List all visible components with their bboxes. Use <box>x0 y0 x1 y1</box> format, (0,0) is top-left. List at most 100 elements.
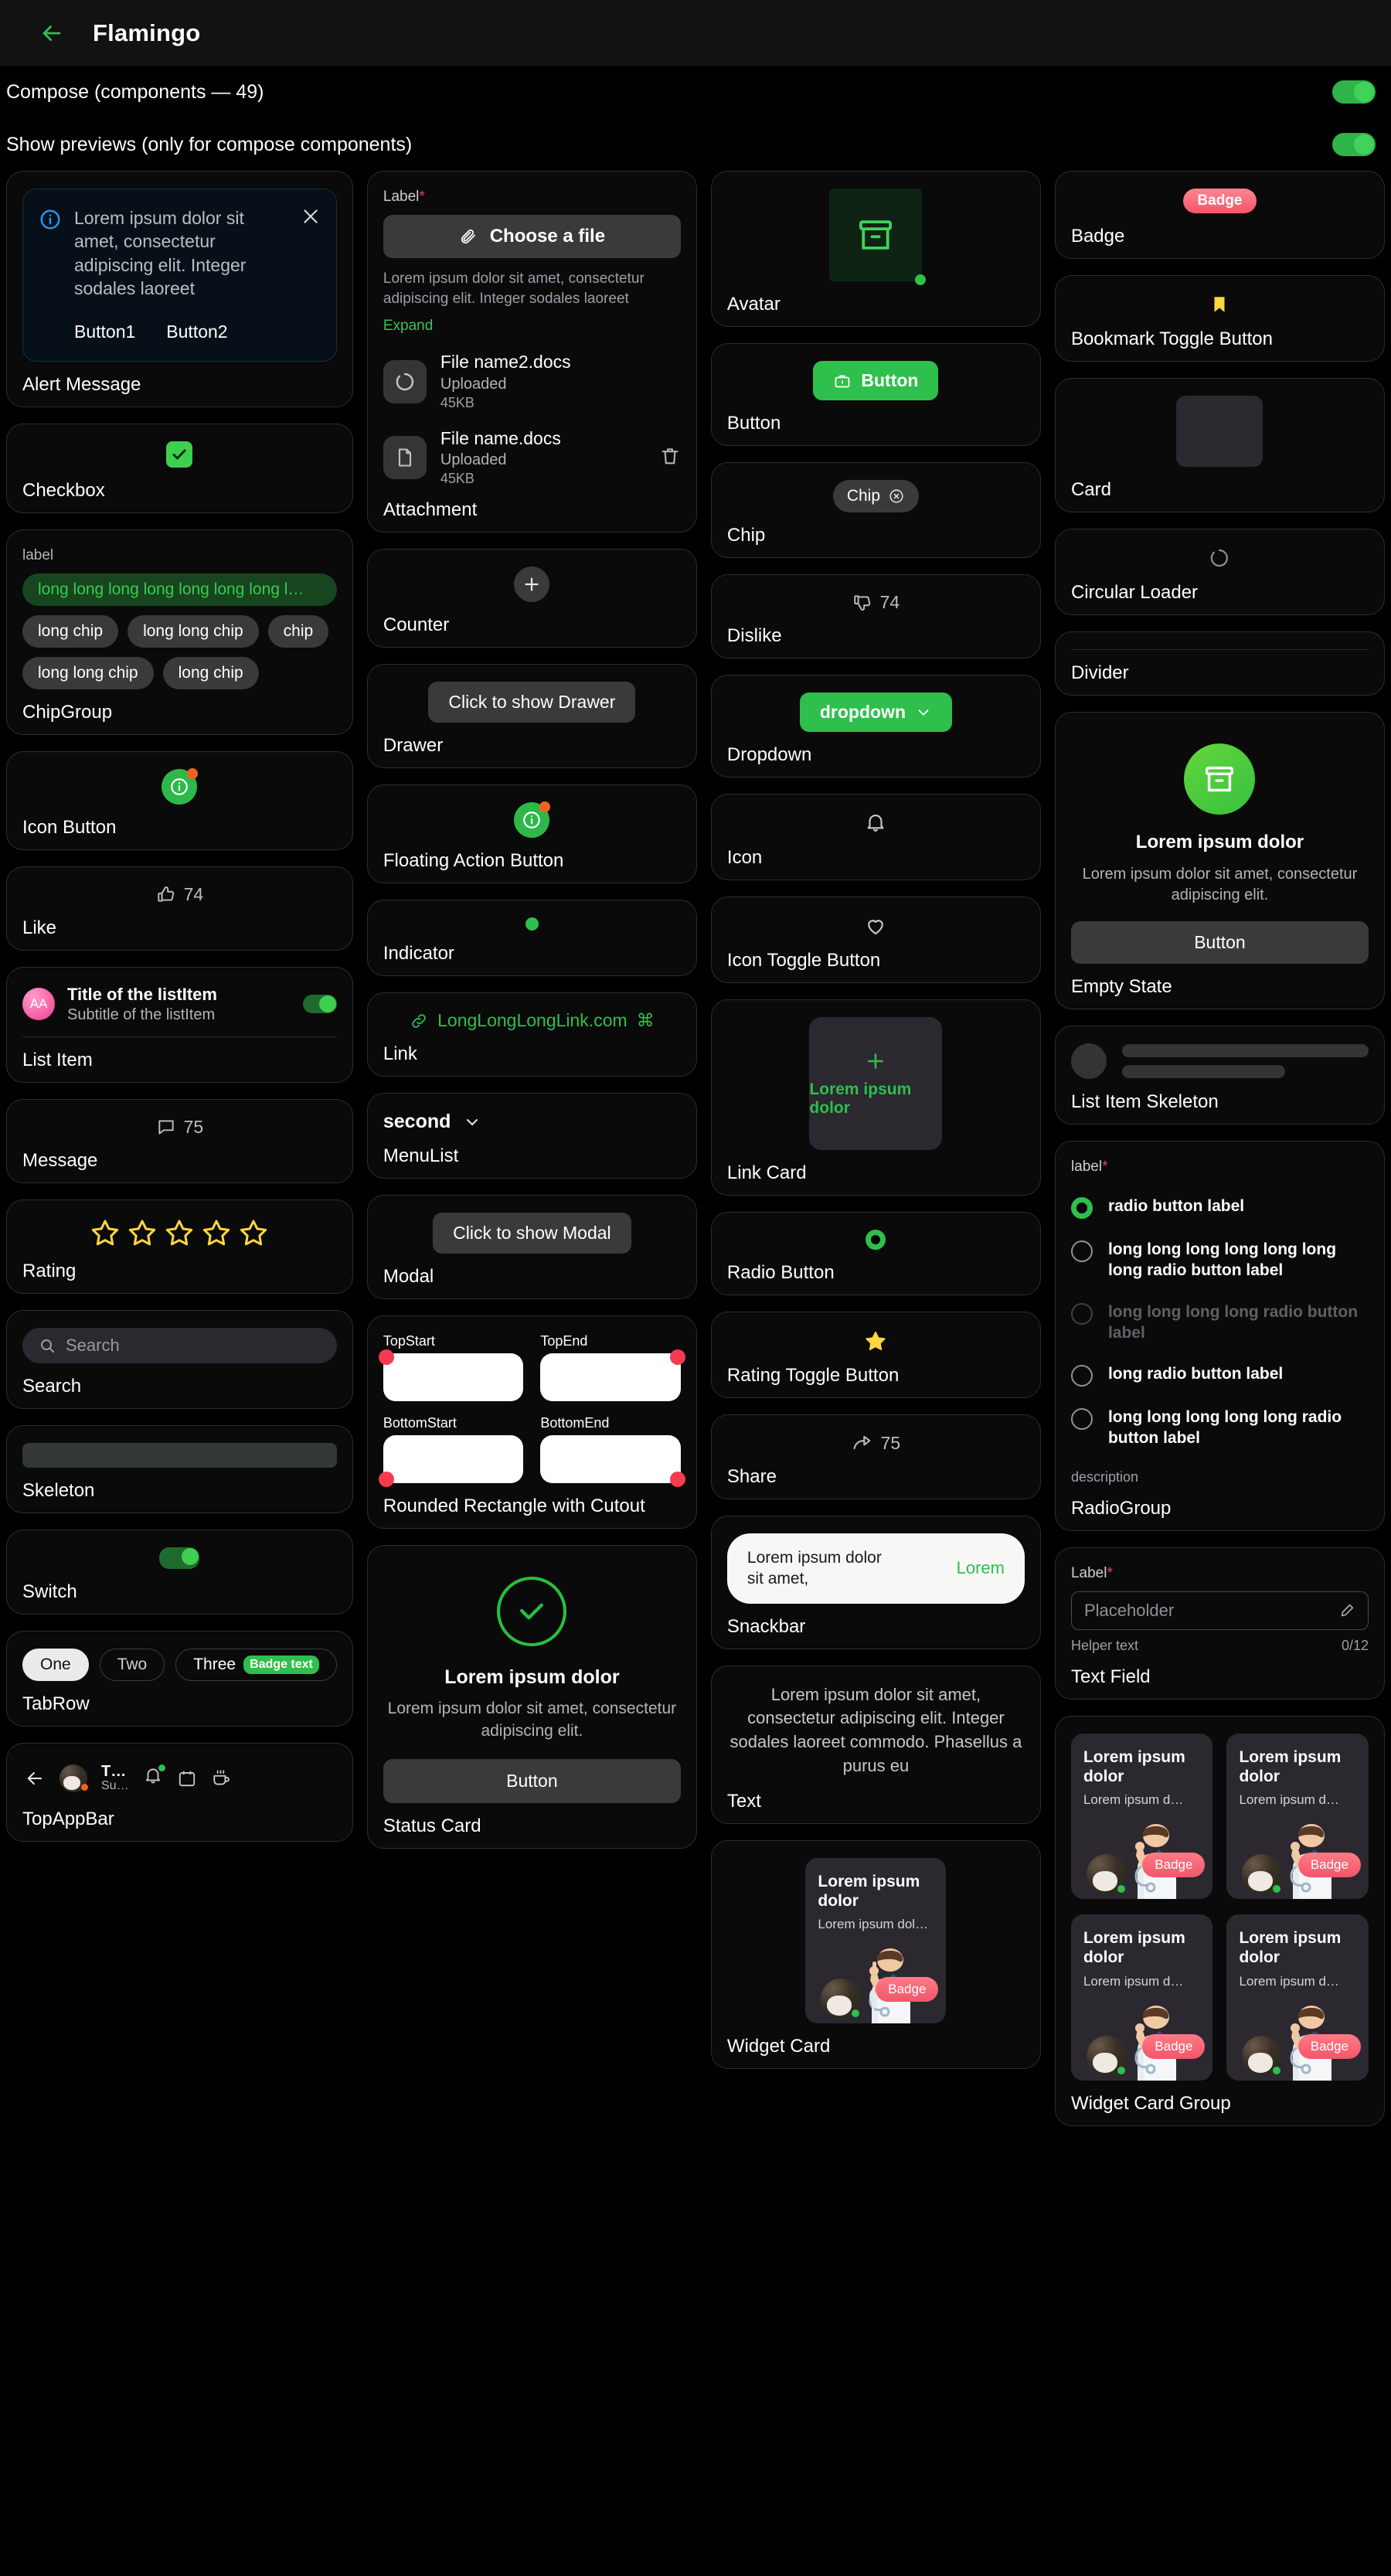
component-card-list-item-skeleton[interactable]: List Item Skeleton <box>1054 1026 1385 1125</box>
menulist-selected[interactable]: second <box>383 1111 482 1133</box>
star-icon[interactable] <box>864 1329 887 1353</box>
floating-action-button[interactable] <box>514 801 551 839</box>
component-card-icon-toggle[interactable]: Icon Toggle Button <box>710 897 1041 983</box>
chip[interactable]: long long chip <box>128 614 259 648</box>
status-card-button[interactable]: Button <box>383 1759 681 1804</box>
radio-button[interactable] <box>1070 1365 1093 1387</box>
calendar-icon[interactable] <box>177 1768 197 1788</box>
component-card-rating-toggle[interactable]: Rating Toggle Button <box>710 1312 1041 1398</box>
chip[interactable]: long chip <box>22 614 119 648</box>
component-card-icon-button[interactable]: Icon Button <box>6 750 353 850</box>
arrow-left-icon[interactable] <box>39 20 65 46</box>
component-card-bookmark[interactable]: Bookmark Toggle Button <box>1054 275 1385 362</box>
counter-plus-button[interactable] <box>514 567 550 603</box>
show-drawer-button[interactable]: Click to show Drawer <box>428 682 636 723</box>
compose-toggle-row[interactable]: Compose (components — 49) <box>0 66 1391 118</box>
component-card-empty-state[interactable]: Lorem ipsum dolor Lorem ipsum dolor sit … <box>1054 712 1385 1009</box>
chip[interactable]: long chip <box>162 656 259 689</box>
component-card-like[interactable]: 74 Like <box>6 866 353 951</box>
widget-card[interactable]: Lorem ipsum dolor Lorem ipsum d… Badge <box>1070 1733 1213 1900</box>
component-card-chip[interactable]: Chip Chip <box>710 462 1041 558</box>
component-card-chipgroup[interactable]: label long long long long long long long… <box>6 529 353 735</box>
radio-option[interactable]: long radio button label <box>1070 1363 1369 1387</box>
bell-icon[interactable] <box>143 1764 165 1790</box>
component-card-button[interactable]: Button Button <box>710 343 1041 446</box>
widget-card[interactable]: Lorem ipsum dolor Lorem ipsum d… Badge <box>1070 1914 1213 2081</box>
share-button[interactable]: 75 <box>852 1432 900 1454</box>
chip-selected[interactable]: long long long long long long long l… <box>22 573 337 606</box>
component-card-avatar[interactable]: Avatar <box>710 171 1041 327</box>
link-card[interactable]: Lorem ipsum dolor <box>809 1017 943 1150</box>
component-card-modal[interactable]: Click to show Modal Modal <box>366 1195 697 1300</box>
component-card-link-card[interactable]: Lorem ipsum dolor Link Card <box>710 999 1041 1196</box>
previews-toggle-row[interactable]: Show previews (only for compose componen… <box>0 118 1391 171</box>
trash-icon[interactable] <box>659 445 681 471</box>
empty-state-button[interactable]: Button <box>1070 921 1369 964</box>
attachment-file-row[interactable]: File name2.docs Uploaded 45KB <box>383 352 681 411</box>
radio-button[interactable] <box>1070 1240 1093 1262</box>
widget-card[interactable]: Lorem ipsum dolor Lorem ipsum d… Badge <box>1226 1733 1369 1900</box>
show-modal-button[interactable]: Click to show Modal <box>433 1213 631 1254</box>
text-field-input[interactable]: Placeholder <box>1070 1591 1369 1630</box>
component-card-card[interactable]: Card <box>1054 378 1385 512</box>
expand-link[interactable]: Expand <box>383 318 433 335</box>
chip[interactable]: long long chip <box>22 656 154 689</box>
component-card-badge[interactable]: Badge Badge <box>1054 171 1385 259</box>
dropdown-button[interactable]: dropdown <box>799 692 952 732</box>
rating-stars[interactable] <box>90 1217 269 1248</box>
arrow-left-icon[interactable] <box>24 1768 46 1789</box>
bookmark-icon[interactable] <box>1209 293 1229 316</box>
component-card-circular-loader[interactable]: Circular Loader <box>1054 529 1385 615</box>
snackbar-action[interactable]: Lorem <box>957 1558 1005 1578</box>
pen-icon[interactable] <box>1338 1602 1355 1619</box>
component-card-snackbar[interactable]: Lorem ipsum dolor sit amet, Lorem Snackb… <box>710 1516 1041 1649</box>
component-card-alert-message[interactable]: Lorem ipsum dolor sit amet, consectetur … <box>6 171 353 407</box>
switch[interactable] <box>159 1547 200 1569</box>
component-card-drawer[interactable]: Click to show Drawer Drawer <box>366 664 697 769</box>
widget-card[interactable]: Lorem ipsum dolor Lorem ipsum d… Badge <box>1226 1914 1369 2081</box>
heart-icon[interactable] <box>864 914 887 938</box>
coffee-icon[interactable] <box>211 1768 231 1788</box>
component-card-tabrow[interactable]: One Two Three Badge text TabRow <box>6 1630 353 1727</box>
avatar[interactable] <box>60 1764 88 1792</box>
component-card-widget-card-group[interactable]: Lorem ipsum dolor Lorem ipsum d… Badge L… <box>1054 1715 1385 2126</box>
component-card-link[interactable]: LongLongLongLink.com ⌘ Link <box>366 992 697 1077</box>
component-card-attachment[interactable]: Label* Choose a file Lorem ipsum dolor s… <box>366 171 697 533</box>
component-card-menulist[interactable]: second MenuList <box>366 1093 697 1179</box>
widget-card[interactable]: Lorem ipsum dolor Lorem ipsum dolor sit… <box>805 1857 947 2024</box>
attachment-file-row[interactable]: File name.docs Uploaded 45KB <box>383 428 681 488</box>
component-card-search[interactable]: Search Search <box>6 1309 353 1409</box>
like-button[interactable]: 74 <box>156 884 203 905</box>
component-card-text[interactable]: Lorem ipsum dolor sit amet, consectetur … <box>710 1665 1041 1824</box>
component-card-counter[interactable]: Counter <box>366 549 697 648</box>
radio-button[interactable] <box>866 1230 886 1250</box>
component-card-list-item[interactable]: AA Title of the listItem Subtitle of the… <box>6 966 353 1083</box>
radio-button[interactable] <box>1070 1408 1093 1431</box>
component-card-divider[interactable]: Divider <box>1054 631 1385 696</box>
component-card-share[interactable]: 75 Share <box>710 1414 1041 1499</box>
message-button[interactable]: 75 <box>156 1117 203 1138</box>
component-card-dislike[interactable]: 74 Dislike <box>710 574 1041 658</box>
component-card-fab[interactable]: Floating Action Button <box>366 784 697 884</box>
alert-button-1[interactable]: Button1 <box>74 320 135 343</box>
alert-button-2[interactable]: Button2 <box>166 320 227 343</box>
preview-card[interactable] <box>1176 396 1263 467</box>
search-input[interactable]: Search <box>22 1327 337 1363</box>
tab-one[interactable]: One <box>22 1648 89 1681</box>
component-card-status-card[interactable]: Lorem ipsum dolor Lorem ipsum dolor sit … <box>366 1545 697 1849</box>
component-card-rounded-rect[interactable]: TopStart TopEnd BottomStart BottomEnd Ro… <box>366 1315 697 1530</box>
chip[interactable]: chip <box>267 614 329 648</box>
component-card-skeleton[interactable]: Skeleton <box>6 1424 353 1513</box>
primary-button[interactable]: Button <box>813 361 939 400</box>
link[interactable]: LongLongLongLink.com ⌘ <box>410 1010 655 1031</box>
radio-button[interactable] <box>1070 1197 1093 1219</box>
component-card-radiogroup[interactable]: label* radio button label long long long… <box>1054 1141 1385 1531</box>
chip[interactable]: Chip <box>832 480 920 512</box>
component-card-indicator[interactable]: Indicator <box>366 900 697 977</box>
component-card-checkbox[interactable]: Checkbox <box>6 423 353 513</box>
component-card-text-field[interactable]: Label* Placeholder Helper text 0/12 Text… <box>1054 1547 1385 1700</box>
component-card-topappbar[interactable]: T… Su… TopAppBar <box>6 1742 353 1842</box>
radio-option[interactable]: radio button label <box>1070 1196 1369 1219</box>
component-card-message[interactable]: 75 Message <box>6 1098 353 1183</box>
component-card-icon[interactable]: Icon <box>710 794 1041 880</box>
